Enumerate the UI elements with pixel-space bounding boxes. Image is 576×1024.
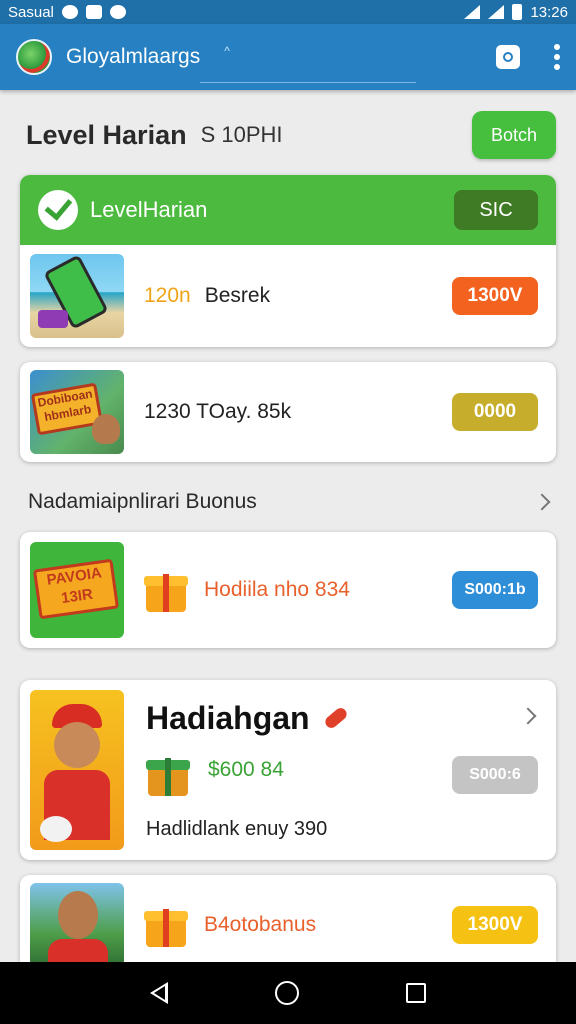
bonus-label: Hodiila nho 834 (204, 578, 350, 601)
check-icon (38, 190, 78, 230)
row-pill[interactable]: 0000 (452, 393, 538, 431)
carrier-label: Sasual (8, 3, 54, 21)
level-card-header: LevelHarian SIC (20, 175, 556, 245)
system-nav-bar (0, 962, 576, 1024)
chevron-right-icon (533, 493, 551, 511)
page-title: Level Harian (26, 119, 187, 150)
bonus-thumbnail-label: PAVOIA 13IR (32, 558, 120, 620)
reward-title: Hadiahgan (146, 699, 310, 736)
level-card-title: LevelHarian (90, 197, 208, 222)
bonus-pill[interactable]: S000:1b (452, 571, 538, 609)
app-title: Gloyalmlaargs (66, 45, 201, 68)
list-item[interactable]: PAVOIA 13IR Hodiila nho 834 S000:1b (20, 532, 556, 648)
list-item[interactable]: Dobiboan hbmlarb 1230 TOay. 85k 0000 (20, 362, 556, 462)
search-underline[interactable] (200, 82, 416, 83)
reward-pill[interactable]: S000:6 (452, 756, 538, 794)
gift-icon (144, 568, 188, 612)
reward-footer: Hadlidlank enuy 390 (146, 818, 328, 840)
bonus-pill[interactable]: 1300V (452, 906, 538, 944)
signal-icon (488, 5, 505, 19)
page-subtitle: S 10PHI (200, 122, 283, 147)
bonus-card-2[interactable]: B4otobanus 1300V (20, 875, 556, 975)
recents-icon[interactable] (406, 983, 427, 1003)
battery-icon (512, 4, 523, 20)
back-icon[interactable] (149, 982, 168, 1004)
app-bar: Gloyalmlaargs ^ (0, 24, 576, 90)
app-subtitle: ^ (224, 44, 230, 58)
shield-notification-icon (109, 5, 126, 19)
list-item[interactable]: 120n Besrek 1300V (20, 245, 556, 347)
phone-thumbnail (30, 254, 124, 338)
bonus-card[interactable]: PAVOIA 13IR Hodiila nho 834 S000:1b (20, 532, 556, 648)
notification-icon (61, 5, 78, 19)
cash-gift-icon (146, 752, 190, 796)
character-thumbnail (30, 690, 124, 850)
row-label: 1230 TOay. 85k (144, 400, 292, 423)
app-logo-icon (16, 39, 52, 75)
header-action-button[interactable]: Botch (472, 111, 556, 159)
shield-action-button[interactable] (496, 45, 520, 69)
level-row-card[interactable]: Dobiboan hbmlarb 1230 TOay. 85k 0000 (20, 362, 556, 462)
list-item[interactable]: B4otobanus 1300V (20, 875, 556, 975)
reward-amount: $600 84 (208, 758, 284, 781)
shield-icon (503, 52, 513, 62)
overflow-menu-button[interactable] (554, 44, 560, 70)
flame-icon (322, 705, 349, 731)
reward-amount: 120n (144, 284, 191, 307)
wifi-icon (464, 5, 481, 19)
page-header: Level Harian S 10PHI Botch (26, 111, 556, 159)
reward-label: Besrek (204, 284, 271, 307)
status-bar: Sasual 13:26 (0, 0, 576, 24)
app-notification-icon (85, 5, 102, 19)
reward-card[interactable]: Hadiahgan $600 84 S000:6 Hadlidlank enuy… (20, 680, 556, 860)
person-thumbnail (30, 883, 124, 967)
level-card: LevelHarian SIC 120n Besrek 1300V (20, 175, 556, 347)
promo-thumbnail: Dobiboan hbmlarb (30, 370, 124, 454)
bonus-thumbnail: PAVOIA 13IR (30, 542, 124, 638)
section-header[interactable]: Nadamiaipnlirari Buonus (28, 488, 551, 516)
clock: 13:26 (530, 3, 568, 21)
reward-pill[interactable]: 1300V (452, 277, 538, 315)
section-title: Nadamiaipnlirari Buonus (28, 490, 257, 513)
chevron-right-icon[interactable] (519, 707, 537, 725)
home-icon[interactable] (274, 981, 299, 1005)
level-card-badge[interactable]: SIC (454, 190, 538, 230)
bonus-label: B4otobanus (204, 913, 317, 936)
gift-icon (144, 903, 188, 947)
